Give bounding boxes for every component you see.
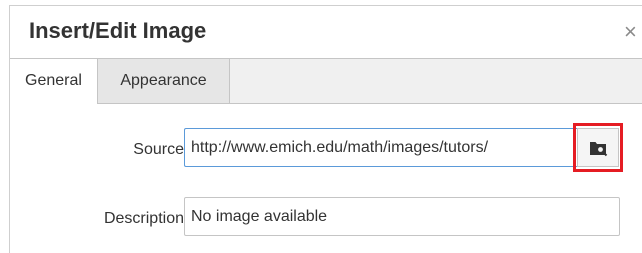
description-input[interactable] [184, 197, 620, 236]
source-label: Source [133, 141, 184, 158]
browse-image-button[interactable] [577, 128, 619, 167]
dialog-titlebar: Insert/Edit Image × [10, 6, 642, 59]
tab-bar: General Appearance [10, 59, 642, 104]
close-button[interactable]: × [624, 20, 642, 44]
source-input[interactable] [184, 128, 577, 167]
folder-search-icon [590, 142, 608, 157]
tab-general[interactable]: General [10, 59, 98, 104]
tab-appearance[interactable]: Appearance [98, 59, 230, 103]
description-label: Description [103, 210, 184, 227]
dialog-title: Insert/Edit Image [29, 18, 207, 43]
